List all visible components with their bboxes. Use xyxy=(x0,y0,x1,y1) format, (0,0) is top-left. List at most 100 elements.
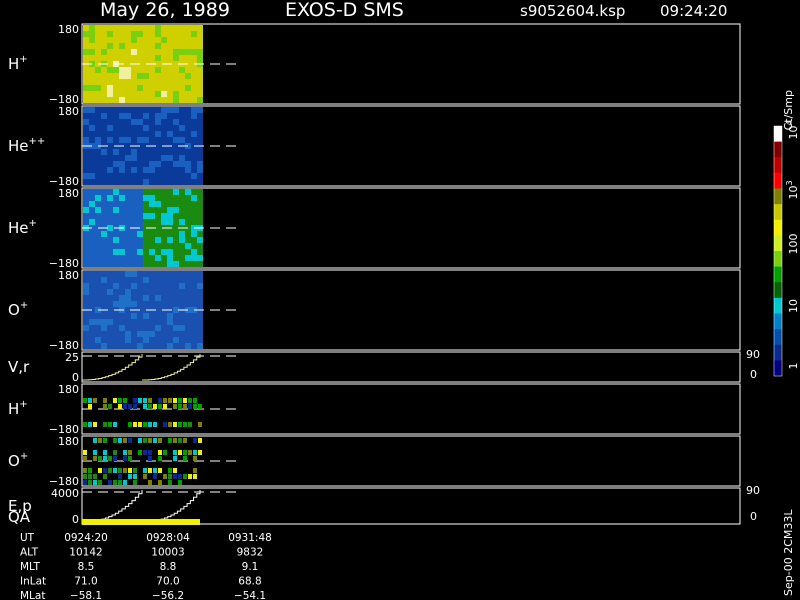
heatmap-cell xyxy=(155,31,161,37)
heatmap-cell xyxy=(89,55,95,61)
heatmap-cell xyxy=(123,480,127,485)
heatmap-cell xyxy=(161,243,167,249)
heatmap-cell xyxy=(95,31,101,37)
heatmap-cell xyxy=(123,450,127,455)
heatmap-cell xyxy=(148,456,152,461)
heatmap-cell xyxy=(149,283,155,289)
heatmap-cell xyxy=(197,137,203,143)
heatmap-cell xyxy=(119,243,125,249)
heatmap-cell xyxy=(197,283,203,289)
heatmap-cell xyxy=(119,119,125,125)
heatmap-cell xyxy=(173,113,179,119)
heatmap-cell xyxy=(143,31,149,37)
heatmap-cell xyxy=(119,167,125,173)
heatmap-cell xyxy=(173,474,177,479)
heatmap-cell xyxy=(173,189,179,195)
heatmap-cell xyxy=(179,43,185,49)
heatmap-cell xyxy=(119,289,125,295)
heatmap-cell xyxy=(113,107,119,113)
heatmap-cell xyxy=(131,73,137,79)
ephem-cell: 0931:48 xyxy=(228,532,272,544)
heatmap-cell xyxy=(173,91,179,97)
heatmap-cell xyxy=(168,468,172,473)
heatmap-cell xyxy=(167,37,173,43)
colorbar-swatch xyxy=(774,313,782,330)
heatmap-cell xyxy=(113,43,119,49)
heatmap-cell xyxy=(197,255,203,261)
heatmap-cell xyxy=(191,119,197,125)
heatmap-cell xyxy=(131,119,137,125)
heatmap-cell xyxy=(131,137,137,143)
colorbar-tick-label: 10 xyxy=(787,299,800,313)
heatmap-cell xyxy=(89,131,95,137)
panel-2: 180−180He+ xyxy=(8,187,741,270)
heatmap-cell xyxy=(179,113,185,119)
heatmap-cell xyxy=(185,131,191,137)
heatmap-cell xyxy=(101,173,107,179)
heatmap-cell xyxy=(173,25,179,31)
heatmap-cell xyxy=(193,438,197,443)
heatmap-cell xyxy=(167,243,173,249)
heatmap-cell xyxy=(137,43,143,49)
heatmap-cell xyxy=(83,271,89,277)
heatmap-cell xyxy=(143,49,149,55)
heatmap-cell xyxy=(161,73,167,79)
heatmap-cell xyxy=(179,131,185,137)
heatmap-cell xyxy=(143,301,149,307)
heatmap-cell xyxy=(89,79,95,85)
heatmap-cell xyxy=(107,255,113,261)
heatmap-cell xyxy=(98,438,102,443)
panel-label-sup: + xyxy=(29,218,37,229)
heatmap-cell xyxy=(113,155,119,161)
heatmap-cell xyxy=(83,313,89,319)
heatmap-cell xyxy=(83,301,89,307)
heatmap-cell xyxy=(143,277,149,283)
heatmap-cell xyxy=(179,337,185,343)
panel-label-base: O xyxy=(8,301,20,319)
heatmap-cell xyxy=(143,107,149,113)
heatmap-cell xyxy=(143,179,149,185)
heatmap-cell xyxy=(161,331,167,337)
heatmap-cell xyxy=(83,73,89,79)
heatmap-cell xyxy=(107,107,113,113)
heatmap-cell xyxy=(101,195,107,201)
heatmap-cell xyxy=(173,319,179,325)
heatmap-cell xyxy=(167,213,173,219)
heatmap-cell xyxy=(185,43,191,49)
heatmap-cell xyxy=(107,195,113,201)
heatmap-cell xyxy=(173,213,179,219)
staircase-line xyxy=(142,354,201,381)
heatmap-cell xyxy=(93,480,97,485)
heatmap-cell xyxy=(107,337,113,343)
heatmap-cell xyxy=(89,167,95,173)
heatmap-cell xyxy=(179,25,185,31)
heatmap-cell xyxy=(119,301,125,307)
heatmap-cell xyxy=(161,37,167,43)
heatmap-cell xyxy=(197,207,203,213)
heatmap-cell xyxy=(95,237,101,243)
heatmap-cell xyxy=(167,179,173,185)
heatmap-cell xyxy=(125,55,131,61)
heatmap-cell xyxy=(101,107,107,113)
heatmap-cell xyxy=(89,313,95,319)
heatmap-cell xyxy=(113,255,119,261)
heatmap-cell xyxy=(88,480,92,485)
heatmap-cell xyxy=(173,422,177,427)
heatmap-cell xyxy=(153,468,157,473)
heatmap-cell xyxy=(155,137,161,143)
heatmap-cell xyxy=(125,237,131,243)
heatmap-cell xyxy=(89,113,95,119)
heatmap-cell xyxy=(179,249,185,255)
heatmap-cell xyxy=(137,49,143,55)
heatmap-cell xyxy=(131,79,137,85)
heatmap-cell xyxy=(89,207,95,213)
heatmap-cell xyxy=(83,255,89,261)
heatmap-cell xyxy=(167,277,173,283)
heatmap-cell xyxy=(143,161,149,167)
heatmap-cell xyxy=(125,173,131,179)
heatmap-cell xyxy=(131,319,137,325)
heatmap-cell xyxy=(113,179,119,185)
colorbar-tick-exp: 3 xyxy=(785,180,794,185)
heatmap-cell xyxy=(107,213,113,219)
heatmap-cell xyxy=(185,325,191,331)
